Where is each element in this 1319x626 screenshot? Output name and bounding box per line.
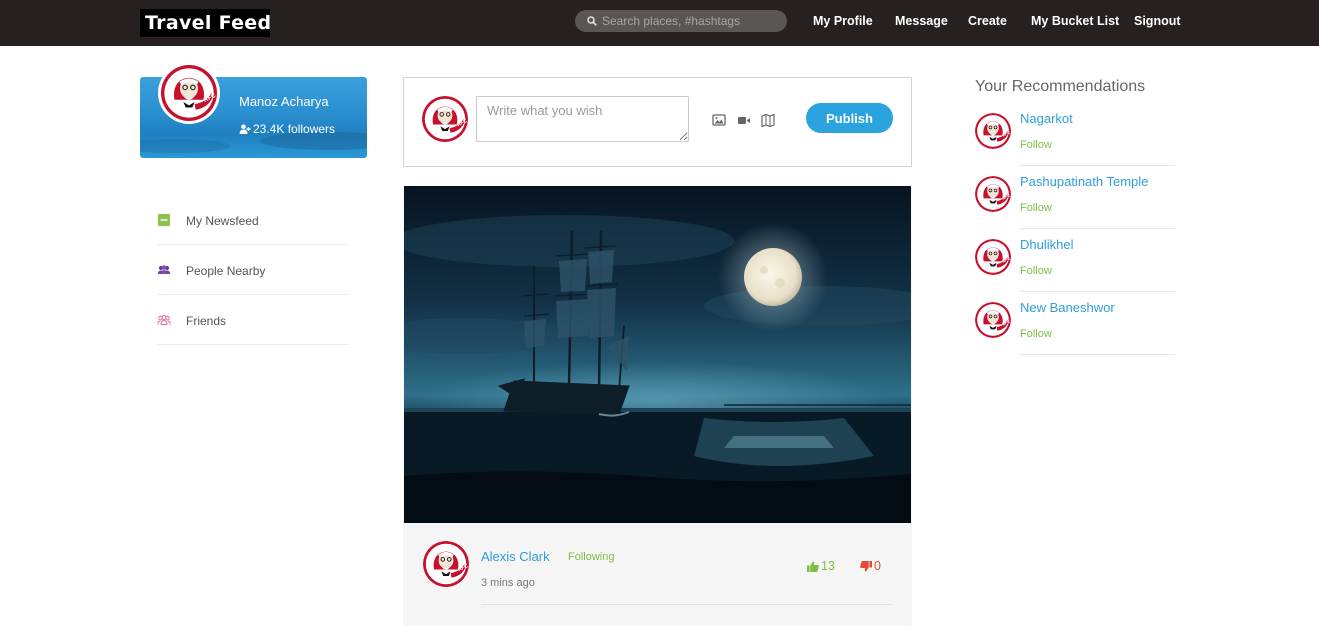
sidebar-item-friends[interactable]: Friends (157, 295, 349, 345)
thumbs-down-icon (860, 560, 872, 571)
map-icon[interactable] (761, 113, 775, 127)
search-icon (587, 16, 597, 26)
followers-count: 23.4K followers (253, 122, 336, 136)
recommendation-item: Nagarkot Follow (975, 111, 1175, 174)
recommendation-item: Pashupatinath Temple Follow (975, 174, 1175, 237)
divider (481, 604, 892, 605)
dislike-count: 0 (874, 559, 881, 573)
dislike-button[interactable]: 0 (860, 559, 881, 573)
search-input[interactable] (602, 14, 782, 28)
recommendation-name[interactable]: Pashupatinath Temple (1020, 174, 1148, 189)
sidebar-item-my-newsfeed[interactable]: My Newsfeed (157, 195, 349, 245)
post-image[interactable] (404, 186, 911, 523)
friends-icon (157, 315, 171, 325)
divider (1020, 165, 1175, 166)
post-author-name[interactable]: Alexis Clark (481, 549, 550, 564)
divider (1020, 291, 1175, 292)
sidebar-item-label: People Nearby (186, 264, 266, 278)
post-input[interactable] (476, 96, 689, 142)
recommendations-title: Your Recommendations (975, 78, 1146, 95)
video-icon[interactable] (737, 113, 751, 127)
profile-followers: 23.4K followers (239, 122, 335, 136)
author-avatar[interactable] (423, 541, 469, 587)
search-bar[interactable] (575, 10, 787, 32)
follow-link[interactable]: Follow (1020, 328, 1052, 340)
like-button[interactable]: 13 (807, 559, 835, 573)
recommendation-avatar[interactable] (975, 113, 1011, 149)
following-badge[interactable]: Following (568, 551, 614, 563)
recommendation-avatar[interactable] (975, 176, 1011, 212)
recommendation-avatar[interactable] (975, 239, 1011, 275)
recommendation-item: New Baneshwor Follow (975, 300, 1175, 363)
thumbs-up-icon (807, 561, 819, 572)
like-count: 13 (821, 559, 835, 573)
nav-my-bucket-list[interactable]: My Bucket List (1031, 14, 1119, 28)
feed-post: Alexis Clark Following 3 mins ago 13 0 (403, 186, 912, 626)
post-timestamp: 3 mins ago (481, 577, 535, 589)
sidebar-item-label: My Newsfeed (186, 214, 259, 228)
follow-link[interactable]: Follow (1020, 202, 1052, 214)
divider (1020, 228, 1175, 229)
recommendation-name[interactable]: Dhulikhel (1020, 237, 1073, 252)
people-icon (158, 265, 170, 274)
recommendation-name[interactable]: Nagarkot (1020, 111, 1073, 126)
nav-create[interactable]: Create (968, 14, 1007, 28)
top-navbar: Travel Feed My Profile Message Create My… (0, 0, 1319, 46)
sidebar-item-label: Friends (186, 314, 227, 328)
sidebar-item-people-nearby[interactable]: People Nearby (157, 245, 349, 295)
post-composer: Publish (403, 77, 912, 167)
publish-button[interactable]: Publish (806, 103, 893, 133)
image-icon[interactable] (712, 113, 726, 127)
composer-avatar (422, 96, 468, 142)
nav-signout[interactable]: Signout (1134, 14, 1181, 28)
recommendation-name[interactable]: New Baneshwor (1020, 300, 1115, 315)
nav-message[interactable]: Message (895, 14, 948, 28)
nav-my-profile[interactable]: My Profile (813, 14, 873, 28)
recommendation-item: Dhulikhel Follow (975, 237, 1175, 300)
followers-icon (239, 124, 251, 134)
app-logo[interactable]: Travel Feed (140, 9, 271, 37)
recommendation-avatar[interactable] (975, 302, 1011, 338)
profile-name[interactable]: Manoz Acharya (239, 94, 329, 109)
follow-link[interactable]: Follow (1020, 265, 1052, 277)
divider (1020, 354, 1175, 355)
newsfeed-icon (158, 214, 170, 226)
follow-link[interactable]: Follow (1020, 139, 1052, 151)
profile-avatar[interactable] (158, 62, 220, 124)
cover-decoration (140, 139, 230, 153)
